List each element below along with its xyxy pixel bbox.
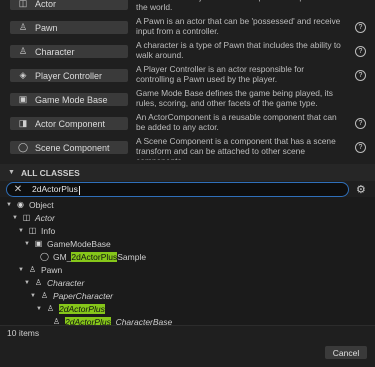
game-mode-icon: ▣ <box>18 94 28 104</box>
help-icon[interactable]: ? <box>355 142 366 153</box>
character-class-button[interactable]: ♙ Character <box>10 45 128 58</box>
player-controller-class-button[interactable]: ◈ Player Controller <box>10 69 128 82</box>
class-description: A Player Controller is an actor responsi… <box>136 64 305 84</box>
chevron-down-icon: ▼ <box>6 201 12 208</box>
chevron-down-icon: ▼ <box>18 266 24 273</box>
search-input[interactable]: ✕ 2dActorPlus <box>6 182 349 197</box>
help-icon[interactable]: ? <box>355 46 366 57</box>
chevron-down-icon: ▼ <box>12 214 18 221</box>
game-mode-base-class-button[interactable]: ▣ Game Mode Base <box>10 93 128 106</box>
character-icon: ♙ <box>34 278 43 287</box>
character-icon: ♙ <box>18 46 28 56</box>
help-icon[interactable]: ? <box>355 70 366 81</box>
class-description: An Actor is an object that can be placed… <box>136 0 338 12</box>
scene-component-class-button[interactable]: ◯ Scene Component <box>10 141 128 154</box>
clear-icon[interactable]: ✕ <box>11 184 25 195</box>
tree-item-pawn[interactable]: ▼ ♙ Pawn <box>17 263 62 276</box>
tree-label: Actor <box>35 212 55 223</box>
item-count: 10 items <box>7 328 40 338</box>
common-class-row: ♙ Pawn A Pawn is an actor that can be 'p… <box>0 16 375 40</box>
chevron-down-icon: ▼ <box>24 240 30 247</box>
pawn-icon: ♙ <box>28 265 37 274</box>
common-class-row: ◫ Actor An Actor is an object that can b… <box>0 0 375 16</box>
info-icon: ◫ <box>28 226 37 235</box>
tree-item-paper-character[interactable]: ▼ ♙ PaperCharacter <box>29 289 113 302</box>
character-icon: ♙ <box>46 304 55 313</box>
chevron-down-icon: ▼ <box>30 292 36 299</box>
gear-icon[interactable]: ⚙ <box>356 183 366 196</box>
search-match-highlight: 2dActorPlus <box>71 251 118 262</box>
class-description: A Scene Component is a component that ha… <box>136 136 336 160</box>
tree-item-game-mode-base[interactable]: ▼ ▣ GameModeBase <box>23 237 111 250</box>
character-icon: ♙ <box>40 291 49 300</box>
actor-icon: ◫ <box>22 213 31 222</box>
search-row: ✕ 2dActorPlus ⚙ <box>0 181 375 198</box>
game-mode-icon: ▣ <box>34 239 43 248</box>
help-icon[interactable]: ? <box>355 118 366 129</box>
chevron-down-icon: ▼ <box>8 169 15 176</box>
chevron-down-icon: ▼ <box>24 279 30 286</box>
pawn-class-button[interactable]: ♙ Pawn <box>10 21 128 34</box>
search-match-highlight: 2dActorPlus <box>59 303 105 314</box>
tree-label: Character <box>47 277 85 288</box>
chevron-down-icon: ▼ <box>36 305 42 312</box>
actor-component-icon: ◨ <box>18 118 28 128</box>
player-controller-icon: ◈ <box>19 70 27 80</box>
class-description: A Pawn is an actor that can be 'possesse… <box>136 16 341 36</box>
class-description: A character is a type of Pawn that inclu… <box>136 40 341 60</box>
common-class-row: ♙ Character A character is a type of Paw… <box>0 40 375 64</box>
cancel-button[interactable]: Cancel <box>325 346 367 359</box>
class-tree: ▼ ◉ Object ▼ ◫ Actor ▼ ◫ Info ▼ ▣ GameMo… <box>0 197 375 327</box>
common-class-row: ▣ Game Mode Base Game Mode Base defines … <box>0 88 375 112</box>
tree-item-character[interactable]: ▼ ♙ Character <box>23 276 84 289</box>
actor-icon: ◫ <box>18 0 28 8</box>
pawn-icon: ♙ <box>18 22 28 32</box>
actor-class-button[interactable]: ◫ Actor <box>10 0 128 10</box>
object-icon: ◉ <box>17 200 24 209</box>
common-class-row: ◯ Scene Component A Scene Component is a… <box>0 136 375 160</box>
tree-item-gm-sample[interactable]: ◯ GM_2dActorPlusSample <box>29 250 146 263</box>
all-classes-header[interactable]: ▼ ALL CLASSES <box>0 164 375 181</box>
chevron-down-icon: ▼ <box>18 227 24 234</box>
common-classes-panel: ◫ Actor An Actor is an object that can b… <box>0 0 375 160</box>
footer: 10 items Cancel <box>0 325 375 367</box>
blueprint-circle-icon: ◯ <box>40 252 49 261</box>
tree-item-2d-actor-plus[interactable]: ▼ ♙ 2dActorPlus <box>35 302 105 315</box>
tree-item-info[interactable]: ▼ ◫ Info <box>17 224 55 237</box>
common-class-row: ◈ Player Controller A Player Controller … <box>0 64 375 88</box>
actor-component-class-button[interactable]: ◨ Actor Component <box>10 117 128 130</box>
help-icon[interactable]: ? <box>355 22 366 33</box>
tree-item-object[interactable]: ▼ ◉ Object <box>5 198 54 211</box>
tree-label: PaperCharacter <box>53 290 114 301</box>
class-description: Game Mode Base defines the game being pl… <box>136 88 333 108</box>
search-value: 2dActorPlus <box>32 184 78 195</box>
tree-item-actor[interactable]: ▼ ◫ Actor <box>11 211 55 224</box>
class-description: An ActorComponent is a reusable componen… <box>136 112 337 132</box>
common-class-row: ◨ Actor Component An ActorComponent is a… <box>0 112 375 136</box>
scene-component-icon: ◯ <box>17 142 29 152</box>
